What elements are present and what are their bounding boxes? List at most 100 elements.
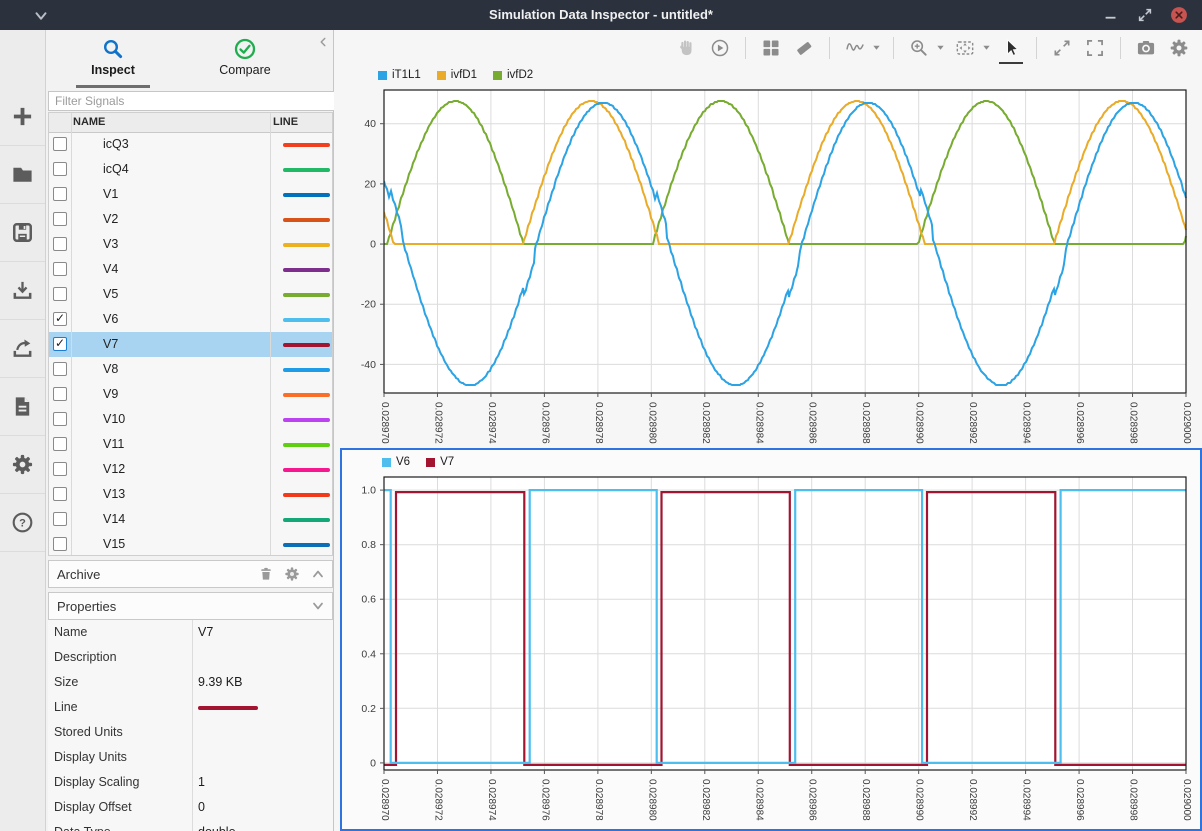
legend-swatch bbox=[437, 71, 446, 80]
subplot-2-selected[interactable]: V6V7 0.0289700.0289720.0289740.0289760.0… bbox=[340, 448, 1202, 831]
svg-text:0.028996: 0.028996 bbox=[1074, 402, 1085, 444]
signal-row-V10[interactable]: V10 bbox=[49, 407, 332, 432]
signal-row-V15[interactable]: V15 bbox=[49, 532, 332, 557]
signal-checkbox-V11[interactable] bbox=[53, 437, 67, 451]
signal-row-icQ4[interactable]: icQ4 bbox=[49, 157, 332, 182]
legend-label: ivfD1 bbox=[451, 69, 477, 81]
chevron-up-icon[interactable] bbox=[310, 566, 326, 582]
property-value[interactable]: 0 bbox=[198, 800, 205, 814]
signal-checkbox-V6[interactable]: ✓ bbox=[53, 312, 67, 326]
svg-text:0.028982: 0.028982 bbox=[700, 402, 711, 444]
properties-table: NameV7DescriptionSize9.39 KBLineStored U… bbox=[48, 620, 333, 831]
signal-checkbox-V4[interactable] bbox=[53, 262, 67, 276]
trash-icon[interactable] bbox=[258, 566, 274, 582]
signal-line-swatch bbox=[283, 493, 330, 497]
signal-checkbox-V12[interactable] bbox=[53, 462, 67, 476]
signal-checkbox-icQ4[interactable] bbox=[53, 162, 67, 176]
signal-row-V8[interactable]: V8 bbox=[49, 357, 332, 382]
minimize-button[interactable] bbox=[1102, 6, 1120, 24]
property-value[interactable]: 9.39 KB bbox=[198, 675, 242, 689]
fit-to-view-button[interactable] bbox=[952, 35, 978, 61]
signal-row-V2[interactable]: V2 bbox=[49, 207, 332, 232]
property-value[interactable]: double bbox=[198, 825, 236, 831]
archive-section-bar[interactable]: Archive bbox=[48, 560, 333, 588]
divider bbox=[192, 620, 193, 645]
clear-plots-button[interactable] bbox=[791, 35, 817, 61]
signal-row-V9[interactable]: V9 bbox=[49, 382, 332, 407]
tab-compare[interactable]: Compare bbox=[185, 38, 305, 77]
signal-row-V4[interactable]: V4 bbox=[49, 257, 332, 282]
property-row-line: Line bbox=[48, 695, 333, 720]
signal-row-V6[interactable]: ✓V6 bbox=[49, 307, 332, 332]
signal-checkbox-V9[interactable] bbox=[53, 387, 67, 401]
preferences-button[interactable] bbox=[0, 436, 45, 494]
signal-checkbox-V5[interactable] bbox=[53, 287, 67, 301]
signal-checkbox-V1[interactable] bbox=[53, 187, 67, 201]
titlebar[interactable]: Simulation Data Inspector - untitled* bbox=[0, 0, 1202, 30]
property-value[interactable]: 1 bbox=[198, 775, 205, 789]
signal-name: V13 bbox=[103, 487, 125, 501]
signal-row-V1[interactable]: V1 bbox=[49, 182, 332, 207]
expand-button[interactable] bbox=[1049, 35, 1075, 61]
snapshot-button[interactable] bbox=[1133, 35, 1159, 61]
signal-checkbox-V7[interactable]: ✓ bbox=[53, 337, 67, 351]
subplot-1[interactable]: iT1L1ivfD1ivfD2 0.0289700.0289720.028974… bbox=[334, 65, 1202, 445]
pointer-button[interactable] bbox=[998, 35, 1024, 61]
chart-canvas[interactable]: 0.0289700.0289720.0289740.0289760.028978… bbox=[334, 65, 1202, 445]
zoom-dropdown-caret-icon[interactable] bbox=[936, 43, 945, 52]
signal-row-V11[interactable]: V11 bbox=[49, 432, 332, 457]
svg-text:0.028990: 0.028990 bbox=[914, 779, 925, 821]
tab-inspect[interactable]: Inspect bbox=[53, 38, 173, 77]
signal-name: V5 bbox=[103, 287, 118, 301]
plot-settings-button[interactable] bbox=[1166, 35, 1192, 61]
chart-canvas[interactable]: 0.0289700.0289720.0289740.0289760.028978… bbox=[342, 450, 1200, 829]
signal-checkbox-V3[interactable] bbox=[53, 237, 67, 251]
svg-text:0.028982: 0.028982 bbox=[700, 779, 711, 821]
open-button[interactable] bbox=[0, 146, 45, 204]
property-label: Data Type bbox=[54, 825, 111, 831]
signal-checkbox-V8[interactable] bbox=[53, 362, 67, 376]
signal-row-V5[interactable]: V5 bbox=[49, 282, 332, 307]
property-row-size: Size9.39 KB bbox=[48, 670, 333, 695]
save-button[interactable] bbox=[0, 204, 45, 262]
svg-text:0.028986: 0.028986 bbox=[807, 402, 818, 444]
restore-button[interactable] bbox=[1136, 6, 1154, 24]
export-button[interactable] bbox=[0, 320, 45, 378]
chevron-down-icon[interactable] bbox=[310, 598, 326, 614]
close-button[interactable] bbox=[1170, 6, 1188, 24]
signal-row-icQ3[interactable]: icQ3 bbox=[49, 132, 332, 157]
signal-row-V14[interactable]: V14 bbox=[49, 507, 332, 532]
report-button[interactable] bbox=[0, 378, 45, 436]
svg-text:20: 20 bbox=[364, 178, 376, 190]
fit-to-view-dropdown-caret-icon[interactable] bbox=[982, 43, 991, 52]
legend-swatch bbox=[493, 71, 502, 80]
new-button[interactable] bbox=[0, 88, 45, 146]
signal-name: V12 bbox=[103, 462, 125, 476]
expand-arrows-icon bbox=[1052, 38, 1072, 58]
signal-row-V7[interactable]: ✓V7 bbox=[49, 332, 332, 357]
import-button[interactable] bbox=[0, 262, 45, 320]
help-button[interactable]: ? bbox=[0, 494, 45, 552]
signal-row-V3[interactable]: V3 bbox=[49, 232, 332, 257]
signal-options-button[interactable] bbox=[842, 35, 868, 61]
signal-checkbox-V13[interactable] bbox=[53, 487, 67, 501]
signal-options-dropdown-caret-icon[interactable] bbox=[872, 43, 881, 52]
fullscreen-button[interactable] bbox=[1082, 35, 1108, 61]
filter-signals-input[interactable] bbox=[48, 91, 344, 111]
svg-text:0.028978: 0.028978 bbox=[593, 779, 604, 821]
app-sidebar: ? bbox=[0, 30, 46, 831]
collapse-panel-chevron-left-icon[interactable] bbox=[317, 35, 329, 47]
signal-checkbox-V10[interactable] bbox=[53, 412, 67, 426]
signal-row-V12[interactable]: V12 bbox=[49, 457, 332, 482]
subplot-layout-button[interactable] bbox=[758, 35, 784, 61]
property-value[interactable]: V7 bbox=[198, 625, 213, 639]
signal-checkbox-icQ3[interactable] bbox=[53, 137, 67, 151]
signal-row-V13[interactable]: V13 bbox=[49, 482, 332, 507]
zoom-button[interactable] bbox=[906, 35, 932, 61]
properties-section-bar[interactable]: Properties bbox=[48, 592, 333, 620]
signal-checkbox-V14[interactable] bbox=[53, 512, 67, 526]
replay-button[interactable] bbox=[707, 35, 733, 61]
signal-checkbox-V15[interactable] bbox=[53, 537, 67, 551]
gear-icon[interactable] bbox=[284, 566, 300, 582]
signal-checkbox-V2[interactable] bbox=[53, 212, 67, 226]
